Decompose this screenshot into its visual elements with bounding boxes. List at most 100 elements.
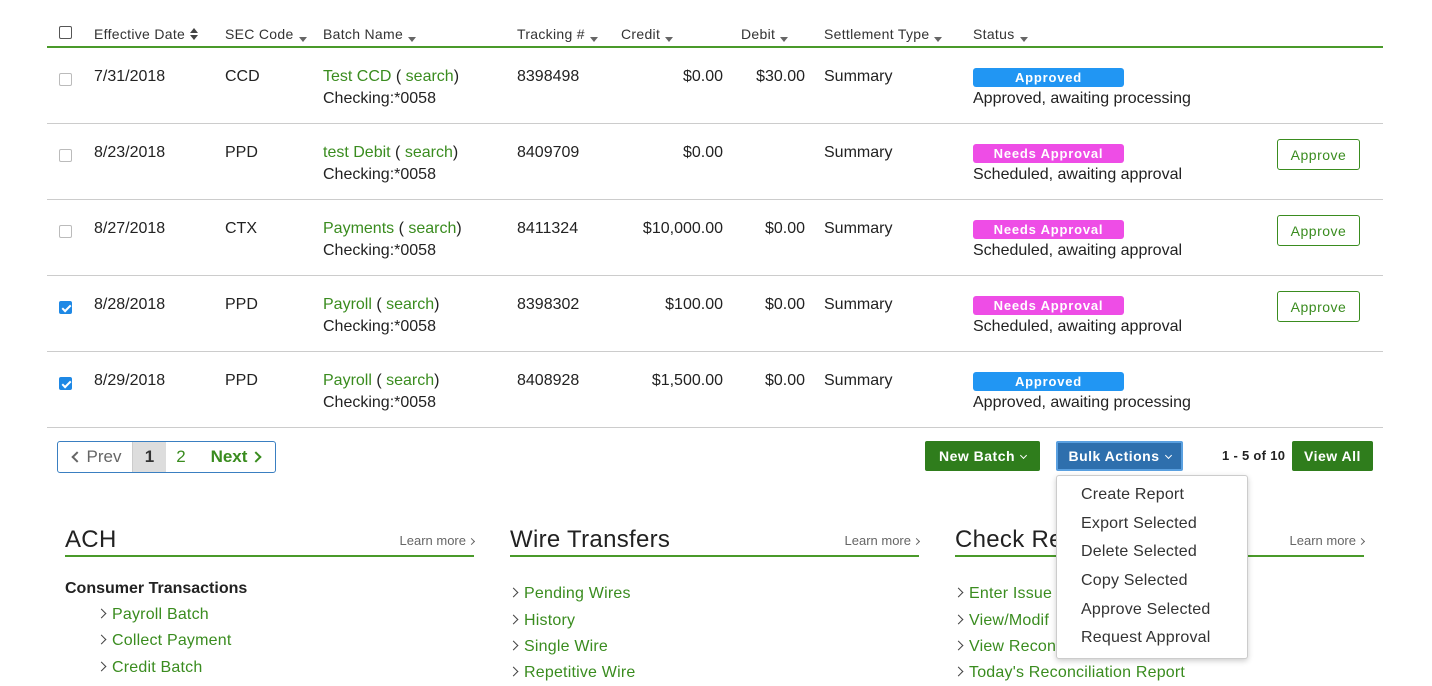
approve-button[interactable]: Approve: [1277, 139, 1360, 170]
status-text: Approved, awaiting processing: [973, 90, 1191, 107]
row-checkbox[interactable]: [59, 225, 72, 238]
chevron-right-icon: [953, 666, 964, 677]
learn-more-link[interactable]: Learn more: [400, 533, 476, 548]
status-badge: Approved: [973, 372, 1124, 391]
col-effective-date[interactable]: Effective Date: [94, 26, 199, 42]
credit-batch-link[interactable]: Credit Batch: [96, 659, 202, 677]
sec-code: PPD: [225, 372, 258, 389]
row-checkbox[interactable]: [59, 73, 72, 86]
chevron-right-icon: [467, 537, 476, 546]
col-sec-code[interactable]: SEC Code: [225, 26, 307, 42]
effective-date: 8/28/2018: [94, 296, 166, 313]
learn-more-link[interactable]: Learn more: [1290, 533, 1366, 548]
menu-item-approve-selected[interactable]: Approve Selected: [1057, 599, 1247, 628]
page-2-button[interactable]: 2: [166, 442, 196, 472]
status-text: Scheduled, awaiting approval: [973, 318, 1183, 335]
batch-name-link[interactable]: Test CCD: [323, 68, 391, 85]
credit-amount: $1,500.00: [651, 372, 723, 389]
col-settlement-type[interactable]: Settlement Type: [824, 26, 943, 42]
credit-amount: $0.00: [682, 144, 723, 161]
table-row: 8/28/2018 PPD Payroll ( search) Checking…: [47, 276, 1383, 352]
account: Checking:*0058: [323, 394, 436, 411]
next-page-button[interactable]: Next: [196, 442, 275, 472]
new-batch-button[interactable]: New Batch: [925, 441, 1040, 471]
search-link[interactable]: search: [386, 296, 434, 313]
sort-down-icon: [408, 37, 417, 42]
sort-down-icon: [934, 37, 943, 42]
chevron-right-icon: [508, 587, 519, 598]
sec-code: CTX: [225, 220, 257, 237]
chevron-right-icon: [953, 614, 964, 625]
batch-name-link[interactable]: Payments: [323, 220, 394, 237]
chevron-right-icon: [953, 587, 964, 598]
col-status[interactable]: Status: [973, 26, 1028, 42]
chevron-right-icon: [1357, 537, 1366, 546]
ach-section: ACH Learn more Consumer Transactions Pay…: [65, 522, 476, 676]
table-header: Effective Date SEC Code Batch Name Track…: [47, 18, 1383, 48]
consumer-transactions-heading: Consumer Transactions: [65, 580, 248, 597]
batch-table: Effective Date SEC Code Batch Name Track…: [47, 18, 1383, 428]
batch-name-link[interactable]: test Debit: [323, 144, 391, 161]
row-checkbox[interactable]: [59, 301, 72, 314]
effective-date: 8/29/2018: [94, 372, 166, 389]
menu-item-delete-selected[interactable]: Delete Selected: [1057, 541, 1247, 570]
search-link[interactable]: search: [408, 220, 456, 237]
search-link[interactable]: search: [386, 372, 434, 389]
chevron-down-icon: [1164, 451, 1172, 460]
debit-amount: $0.00: [764, 296, 805, 313]
approve-button[interactable]: Approve: [1277, 215, 1360, 246]
menu-item-export-selected[interactable]: Export Selected: [1057, 513, 1247, 542]
payroll-batch-link[interactable]: Payroll Batch: [96, 606, 209, 624]
menu-item-copy-selected[interactable]: Copy Selected: [1057, 570, 1247, 599]
view-all-button[interactable]: View All: [1292, 441, 1373, 471]
view-reconciliation-link[interactable]: View Recon: [953, 638, 1056, 656]
table-row: 8/29/2018 PPD Payroll ( search) Checking…: [47, 352, 1383, 428]
menu-item-request-approval[interactable]: Request Approval: [1057, 627, 1247, 656]
col-batch-name[interactable]: Batch Name: [323, 26, 417, 42]
learn-more-link[interactable]: Learn more: [845, 533, 921, 548]
bulk-actions-button[interactable]: Bulk Actions: [1056, 441, 1183, 471]
page-1-button[interactable]: 1: [133, 442, 166, 472]
select-all-checkbox[interactable]: [59, 26, 72, 39]
chevron-left-icon: [70, 451, 83, 463]
enter-issue-link[interactable]: Enter Issue: [953, 585, 1052, 603]
status-badge: Approved: [973, 68, 1124, 87]
table-row: 7/31/2018 CCD Test CCD ( search) Checkin…: [47, 48, 1383, 124]
pending-wires-link[interactable]: Pending Wires: [508, 585, 631, 603]
chevron-down-icon: [1019, 451, 1028, 460]
status-badge: Needs Approval: [973, 220, 1124, 239]
credit-amount: $100.00: [665, 296, 723, 313]
menu-item-create-report[interactable]: Create Report: [1057, 484, 1247, 513]
col-debit[interactable]: Debit: [741, 26, 789, 42]
collect-payment-link[interactable]: Collect Payment: [96, 632, 232, 650]
bulk-actions-menu: Create Report Export Selected Delete Sel…: [1056, 475, 1248, 659]
chevron-right-icon: [96, 634, 107, 645]
row-checkbox[interactable]: [59, 377, 72, 390]
col-credit[interactable]: Credit: [621, 26, 674, 42]
tracking-number: 8398498: [517, 68, 580, 85]
approve-button[interactable]: Approve: [1277, 291, 1360, 322]
repetitive-wire-link[interactable]: Repetitive Wire: [508, 664, 635, 682]
debit-amount: $30.00: [756, 68, 805, 85]
sort-down-icon: [665, 37, 674, 42]
search-link[interactable]: search: [405, 144, 453, 161]
search-link[interactable]: search: [406, 68, 454, 85]
col-tracking[interactable]: Tracking #: [517, 26, 598, 42]
status-text: Approved, awaiting processing: [973, 394, 1191, 411]
todays-reconciliation-report-link[interactable]: Today's Reconciliation Report: [953, 664, 1185, 682]
prev-page-button[interactable]: Prev: [58, 442, 133, 472]
single-wire-link[interactable]: Single Wire: [508, 638, 608, 656]
status-text: Scheduled, awaiting approval: [973, 166, 1183, 183]
sec-code: CCD: [225, 68, 260, 85]
chevron-right-icon: [508, 666, 519, 677]
account: Checking:*0058: [323, 318, 436, 335]
view-modify-link[interactable]: View/Modif: [953, 612, 1049, 630]
row-checkbox[interactable]: [59, 149, 72, 162]
batch-name-link[interactable]: Payroll: [323, 296, 372, 313]
tracking-number: 8398302: [517, 296, 580, 313]
credit-amount: $10,000.00: [642, 220, 723, 237]
account: Checking:*0058: [323, 166, 436, 183]
sort-down-icon: [589, 37, 598, 42]
batch-name-link[interactable]: Payroll: [323, 372, 372, 389]
history-link[interactable]: History: [508, 612, 575, 630]
